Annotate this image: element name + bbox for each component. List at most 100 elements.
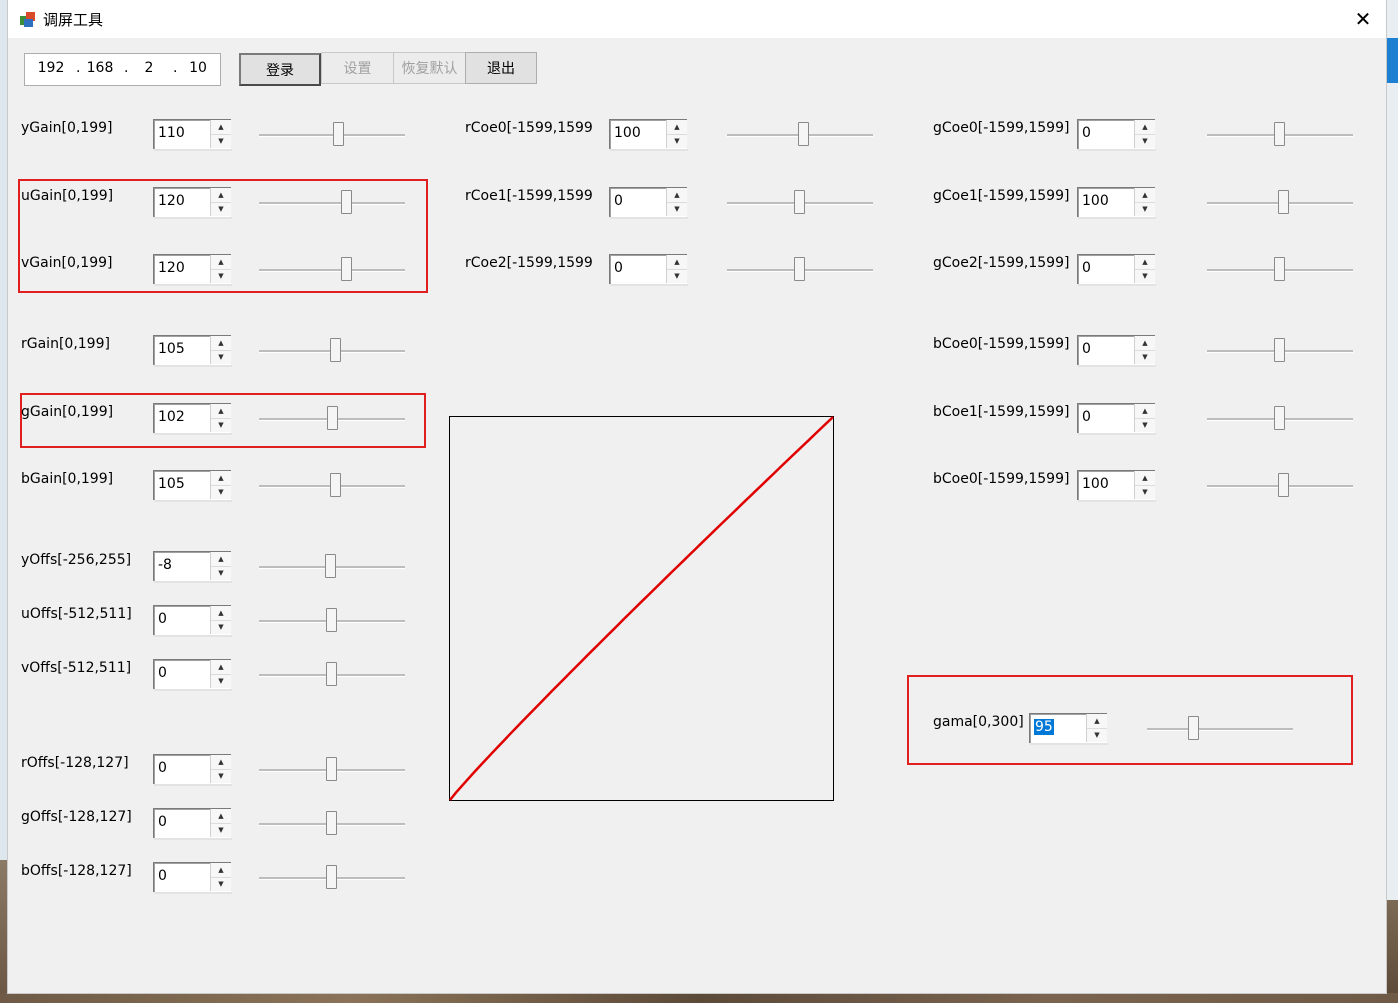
yoffs-slider[interactable] — [259, 552, 405, 582]
rcoe1-spinbox[interactable]: 0 ▲ ▼ — [609, 187, 688, 219]
bcoe2-slider[interactable] — [1207, 471, 1353, 501]
gama-spinbox[interactable]: 95 ▲ ▼ — [1029, 713, 1108, 745]
slider-thumb[interactable] — [326, 865, 337, 889]
yoffs-value[interactable]: -8 — [158, 557, 172, 573]
ip-octet-1[interactable]: 192 — [35, 60, 67, 76]
ggain-spinbox[interactable]: 102 ▲ ▼ — [153, 403, 232, 435]
spin-down-icon[interactable]: ▼ — [667, 202, 687, 216]
gcoe2-value[interactable]: 0 — [1082, 260, 1091, 276]
bcoe1-value[interactable]: 0 — [1082, 409, 1091, 425]
spin-up-icon[interactable]: ▲ — [667, 255, 687, 270]
ip-octet-2[interactable]: 168 — [84, 60, 116, 76]
spin-up-icon[interactable]: ▲ — [1135, 404, 1155, 419]
ygain-slider[interactable] — [259, 120, 405, 150]
spin-up-icon[interactable]: ▲ — [211, 404, 231, 419]
uoffs-spinbox[interactable]: 0 ▲ ▼ — [153, 605, 232, 637]
gcoe1-slider[interactable] — [1207, 188, 1353, 218]
vgain-spinbox[interactable]: 120 ▲ ▼ — [153, 254, 232, 286]
gcoe1-value[interactable]: 100 — [1082, 193, 1109, 209]
spin-down-icon[interactable]: ▼ — [211, 823, 231, 837]
spin-up-icon[interactable]: ▲ — [211, 255, 231, 270]
slider-thumb[interactable] — [1274, 406, 1285, 430]
bcoe1-spinbox[interactable]: 0 ▲ ▼ — [1077, 403, 1156, 435]
bgain-spinbox[interactable]: 105 ▲ ▼ — [153, 470, 232, 502]
slider-thumb[interactable] — [1274, 122, 1285, 146]
roffs-slider[interactable] — [259, 755, 405, 785]
vgain-slider[interactable] — [259, 255, 405, 285]
spin-up-icon[interactable]: ▲ — [667, 120, 687, 135]
spin-up-icon[interactable]: ▲ — [1087, 714, 1107, 729]
gcoe0-spinbox[interactable]: 0 ▲ ▼ — [1077, 119, 1156, 151]
spin-up-icon[interactable]: ▲ — [211, 660, 231, 675]
ygain-value[interactable]: 110 — [158, 125, 185, 141]
spin-down-icon[interactable]: ▼ — [211, 566, 231, 580]
restore-defaults-button[interactable]: 恢复默认 — [393, 52, 466, 84]
voffs-value[interactable]: 0 — [158, 665, 167, 681]
spin-up-icon[interactable]: ▲ — [1135, 188, 1155, 203]
gcoe0-slider[interactable] — [1207, 120, 1353, 150]
spin-down-icon[interactable]: ▼ — [1135, 202, 1155, 216]
spin-up-icon[interactable]: ▲ — [211, 809, 231, 824]
ggain-value[interactable]: 102 — [158, 409, 185, 425]
bcoe0-slider[interactable] — [1207, 336, 1353, 366]
rcoe2-spinbox[interactable]: 0 ▲ ▼ — [609, 254, 688, 286]
goffs-spinbox[interactable]: 0 ▲ ▼ — [153, 808, 232, 840]
bgain-value[interactable]: 105 — [158, 476, 185, 492]
rcoe1-value[interactable]: 0 — [614, 193, 623, 209]
boffs-slider[interactable] — [259, 863, 405, 893]
spin-up-icon[interactable]: ▲ — [211, 120, 231, 135]
spin-up-icon[interactable]: ▲ — [1135, 255, 1155, 270]
ip-octet-4[interactable]: 10 — [182, 60, 214, 76]
boffs-value[interactable]: 0 — [158, 868, 167, 884]
slider-thumb[interactable] — [326, 662, 337, 686]
spin-down-icon[interactable]: ▼ — [1135, 269, 1155, 283]
boffs-spinbox[interactable]: 0 ▲ ▼ — [153, 862, 232, 894]
slider-thumb[interactable] — [327, 406, 338, 430]
ugain-value[interactable]: 120 — [158, 193, 185, 209]
slider-thumb[interactable] — [326, 608, 337, 632]
rcoe1-slider[interactable] — [727, 188, 873, 218]
spin-up-icon[interactable]: ▲ — [211, 863, 231, 878]
ugain-slider[interactable] — [259, 188, 405, 218]
roffs-value[interactable]: 0 — [158, 760, 167, 776]
spin-up-icon[interactable]: ▲ — [211, 606, 231, 621]
gcoe1-spinbox[interactable]: 100 ▲ ▼ — [1077, 187, 1156, 219]
spin-down-icon[interactable]: ▼ — [211, 269, 231, 283]
bcoe0-value[interactable]: 0 — [1082, 341, 1091, 357]
slider-thumb[interactable] — [1278, 473, 1289, 497]
ugain-spinbox[interactable]: 120 ▲ ▼ — [153, 187, 232, 219]
rgain-spinbox[interactable]: 105 ▲ ▼ — [153, 335, 232, 367]
bcoe2-value[interactable]: 100 — [1082, 476, 1109, 492]
spin-down-icon[interactable]: ▼ — [667, 269, 687, 283]
gama-slider[interactable] — [1147, 714, 1293, 744]
slider-thumb[interactable] — [798, 122, 809, 146]
settings-button[interactable]: 设置 — [321, 52, 394, 84]
uoffs-slider[interactable] — [259, 606, 405, 636]
spin-up-icon[interactable]: ▲ — [211, 188, 231, 203]
spin-down-icon[interactable]: ▼ — [211, 620, 231, 634]
slider-thumb[interactable] — [1278, 190, 1289, 214]
spin-down-icon[interactable]: ▼ — [1087, 728, 1107, 742]
slider-thumb[interactable] — [341, 190, 352, 214]
spin-down-icon[interactable]: ▼ — [211, 485, 231, 499]
close-button[interactable]: ✕ — [1340, 0, 1386, 38]
spin-up-icon[interactable]: ▲ — [211, 755, 231, 770]
bcoe2-spinbox[interactable]: 100 ▲ ▼ — [1077, 470, 1156, 502]
spin-down-icon[interactable]: ▼ — [211, 134, 231, 148]
spin-down-icon[interactable]: ▼ — [211, 350, 231, 364]
slider-thumb[interactable] — [330, 473, 341, 497]
gcoe2-slider[interactable] — [1207, 255, 1353, 285]
spin-down-icon[interactable]: ▼ — [211, 674, 231, 688]
rcoe2-slider[interactable] — [727, 255, 873, 285]
slider-thumb[interactable] — [341, 257, 352, 281]
rcoe0-slider[interactable] — [727, 120, 873, 150]
spin-up-icon[interactable]: ▲ — [211, 552, 231, 567]
spin-up-icon[interactable]: ▲ — [1135, 336, 1155, 351]
voffs-spinbox[interactable]: 0 ▲ ▼ — [153, 659, 232, 691]
ip-octet-3[interactable]: 2 — [133, 60, 165, 76]
spin-down-icon[interactable]: ▼ — [1135, 485, 1155, 499]
slider-thumb[interactable] — [326, 811, 337, 835]
goffs-slider[interactable] — [259, 809, 405, 839]
bcoe0-spinbox[interactable]: 0 ▲ ▼ — [1077, 335, 1156, 367]
rcoe0-spinbox[interactable]: 100 ▲ ▼ — [609, 119, 688, 151]
